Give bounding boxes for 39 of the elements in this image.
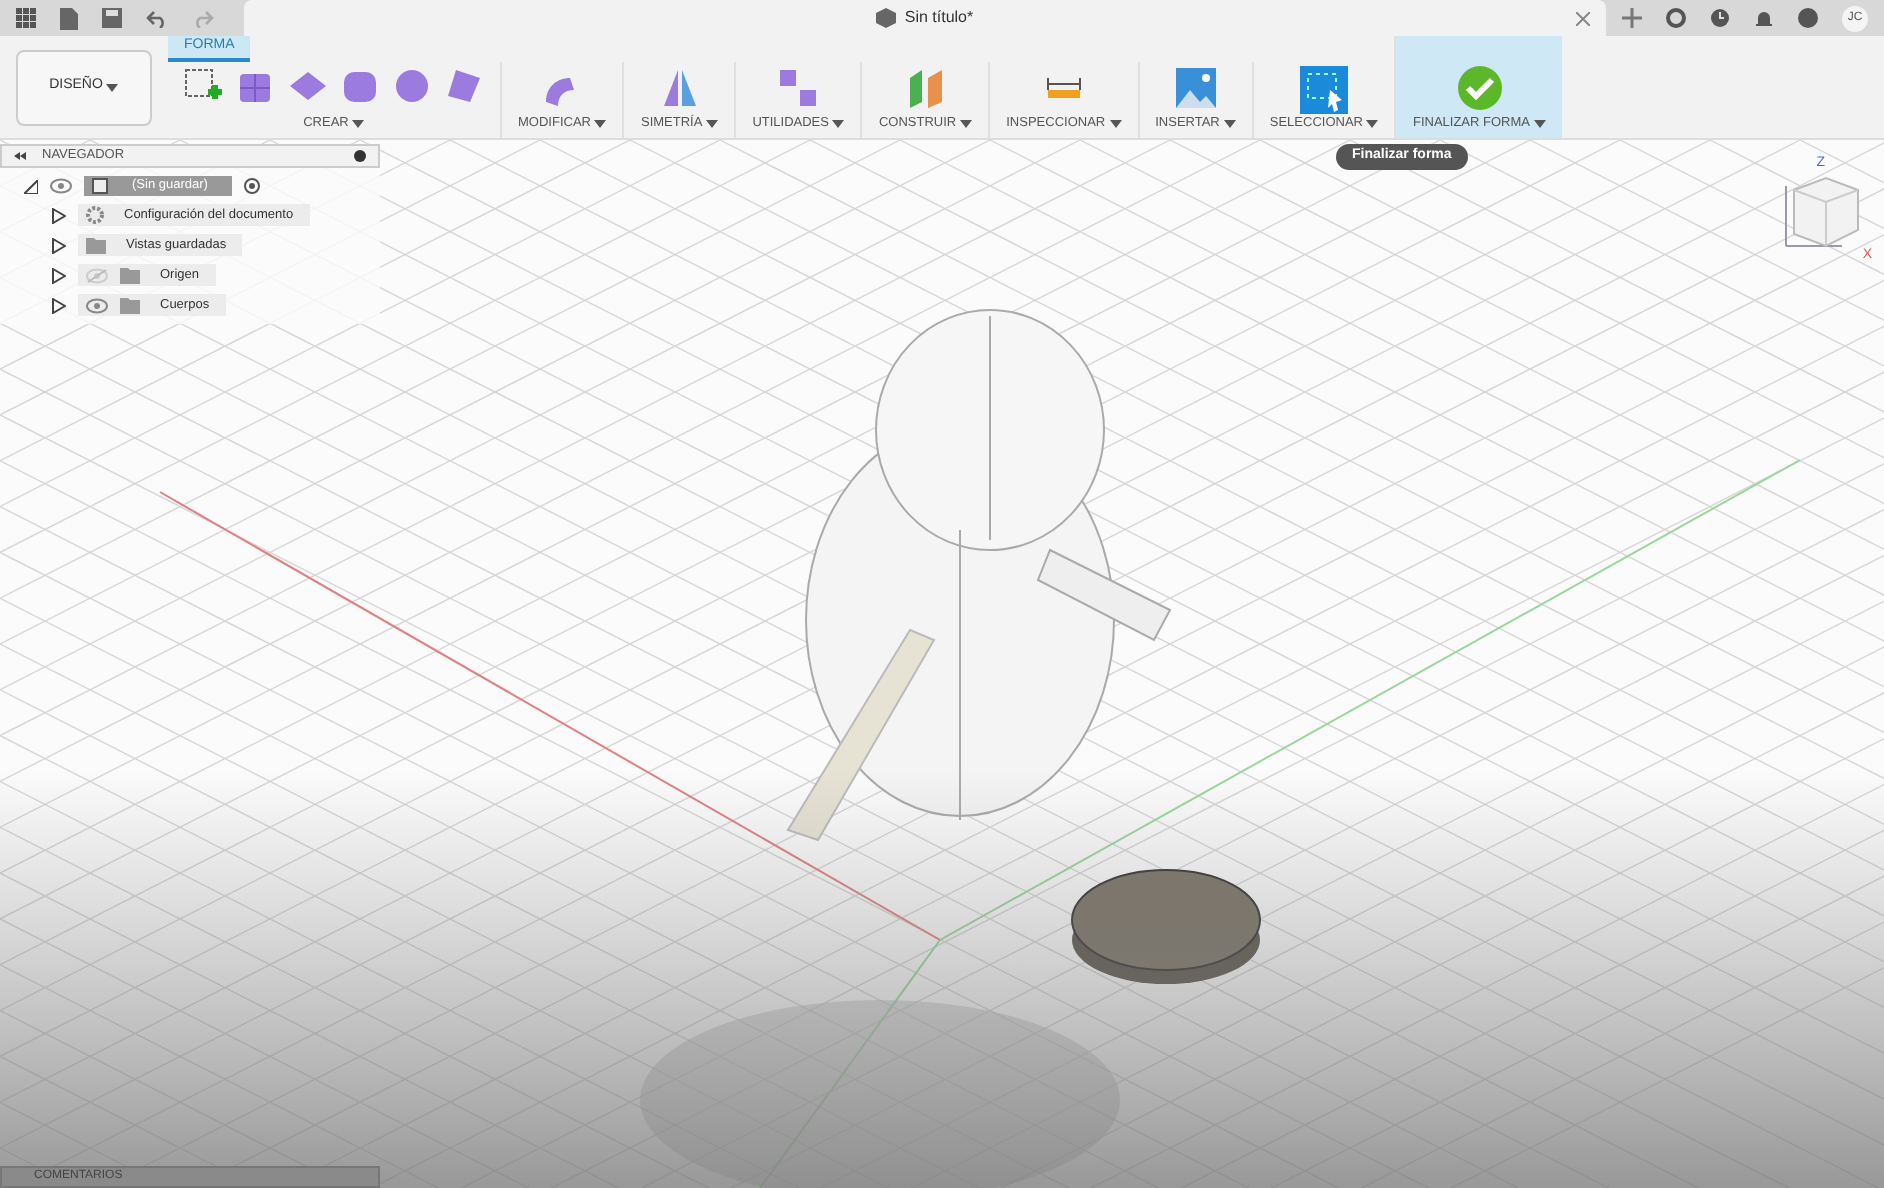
plus-icon[interactable] [1622, 8, 1642, 28]
caret-icon [960, 119, 973, 128]
caret-icon [1109, 119, 1122, 128]
clock-icon[interactable] [1710, 8, 1730, 28]
pin-icon[interactable] [354, 150, 366, 162]
caret-icon [706, 119, 719, 128]
caret-icon [1366, 119, 1379, 128]
eye-icon[interactable] [50, 178, 72, 194]
cube-icon [876, 8, 897, 28]
caret-icon [832, 119, 845, 128]
sphere-icon[interactable] [392, 66, 432, 106]
collapsed-triangle-icon[interactable] [52, 237, 66, 253]
check-icon[interactable] [1455, 64, 1504, 112]
bell-icon[interactable] [1754, 8, 1774, 28]
collapsed-triangle-icon[interactable] [52, 207, 66, 223]
apps-grid-icon[interactable] [16, 8, 36, 28]
undo-icon[interactable] [146, 9, 168, 27]
radio-target-icon[interactable] [243, 178, 260, 194]
caret-icon [352, 119, 365, 128]
utilities-icon[interactable] [776, 66, 821, 110]
close-icon[interactable] [1576, 11, 1590, 25]
collapsed-triangle-icon[interactable] [52, 267, 66, 283]
expanded-triangle-icon[interactable] [24, 179, 38, 193]
caret-icon [1534, 119, 1546, 128]
eye-icon[interactable] [86, 297, 108, 313]
caret-icon [1223, 119, 1236, 128]
document-tab[interactable]: Sin título* [244, 0, 1606, 36]
caret-icon [106, 83, 119, 91]
plane-icon[interactable] [288, 66, 328, 106]
save-icon[interactable] [102, 8, 122, 28]
collapse-icon[interactable] [14, 152, 26, 160]
file-icon[interactable] [60, 7, 78, 29]
gear-icon [86, 206, 104, 224]
component-icon [92, 178, 108, 194]
collapsed-triangle-icon[interactable] [52, 297, 66, 313]
caret-icon [594, 119, 607, 128]
image-icon[interactable] [1173, 66, 1218, 110]
select-icon[interactable] [1300, 66, 1349, 114]
cylinder-icon[interactable] [340, 66, 380, 106]
